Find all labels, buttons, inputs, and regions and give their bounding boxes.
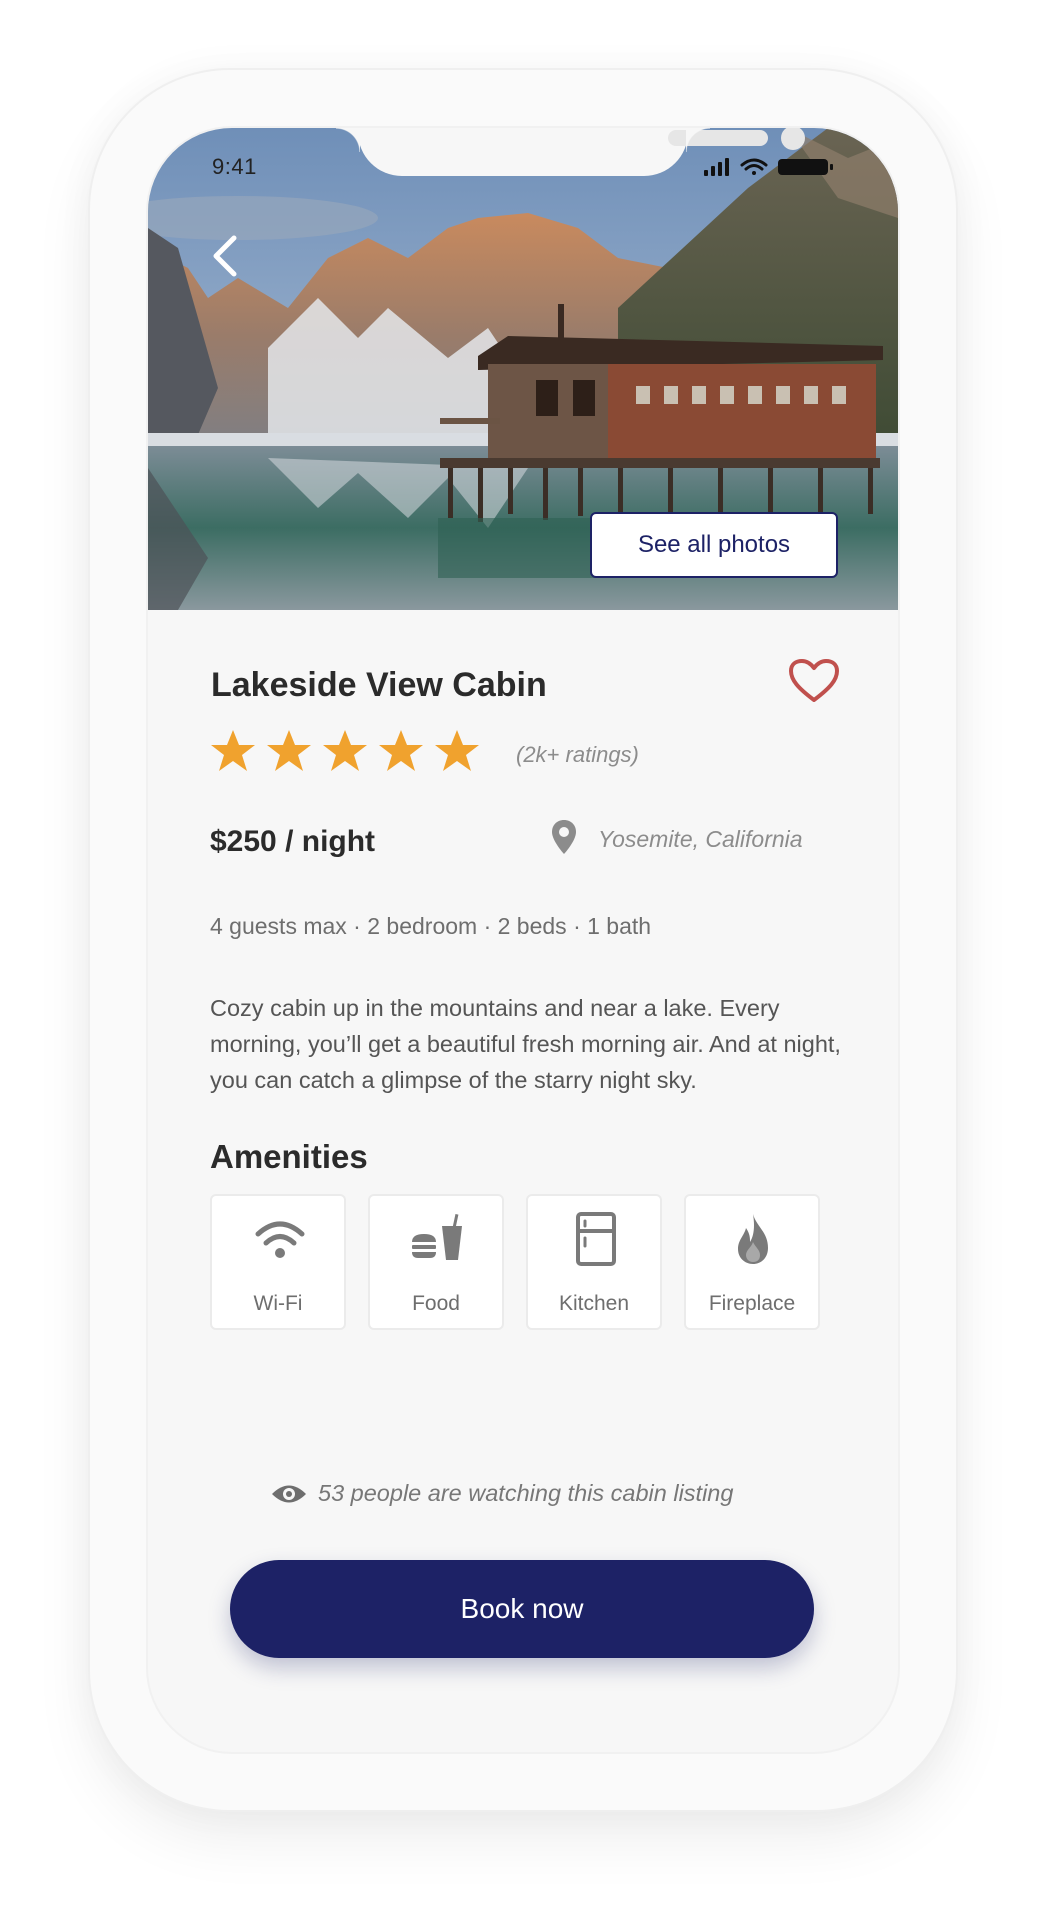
amenity-card-food[interactable]: Food <box>368 1194 504 1330</box>
see-all-photos-button[interactable]: See all photos <box>590 512 838 578</box>
watchers-info: 53 people are watching this cabin listin… <box>270 1480 733 1507</box>
star-icon <box>211 730 255 771</box>
back-chevron-icon[interactable] <box>202 228 246 284</box>
amenity-label: Fireplace <box>708 1292 796 1315</box>
price-per-night: $250 / night <box>210 825 376 858</box>
book-now-button[interactable]: Book now <box>230 1560 814 1658</box>
amenity-card-kitchen[interactable]: Kitchen <box>526 1194 662 1330</box>
status-icons <box>704 158 833 176</box>
battery-icon <box>778 159 833 175</box>
status-time: 9:41 <box>212 154 257 179</box>
amenity-label: Kitchen <box>558 1292 630 1315</box>
amenity-card-wifi[interactable]: Wi-Fi <box>210 1194 346 1330</box>
wifi-icon <box>255 1221 305 1258</box>
star-icon <box>267 730 311 771</box>
amenity-card-fireplace[interactable]: Fireplace <box>684 1194 820 1330</box>
phone-notch <box>358 128 805 176</box>
star-icon <box>379 730 423 771</box>
notch-corner-right <box>686 128 710 152</box>
listing-title: Lakeside View Cabin <box>211 666 547 704</box>
ratings-count: (2k+ ratings) <box>516 742 639 767</box>
hero-photo[interactable]: 9:41 See all photos <box>148 128 898 610</box>
location-pin-icon <box>552 820 576 854</box>
kitchen-icon <box>576 1212 616 1266</box>
watchers-text: 53 people are watching this cabin listin… <box>318 1480 734 1506</box>
fireplace-icon <box>738 1214 768 1264</box>
phone-screen: 9:41 See all photos Lakeside View Cabin … <box>148 128 898 1752</box>
speaker-grille <box>668 130 768 146</box>
location-text[interactable]: Yosemite, California <box>598 826 803 853</box>
wifi-status-icon <box>740 158 768 175</box>
food-icon <box>412 1213 462 1260</box>
star-icon <box>323 730 367 771</box>
notch-corner-left <box>336 128 360 152</box>
amenities-heading: Amenities <box>210 1138 368 1175</box>
amenity-label: Wi-Fi <box>253 1292 303 1315</box>
favorite-heart-icon[interactable] <box>788 658 840 704</box>
listing-details: 4 guests max · 2 bedroom · 2 beds · 1 ba… <box>210 913 652 939</box>
eye-icon <box>272 1485 306 1502</box>
star-icon <box>435 730 479 771</box>
listing-description: Cozy cabin up in the mountains and near … <box>210 995 841 1093</box>
rating-stars <box>210 728 480 774</box>
amenity-label: Food <box>412 1292 460 1315</box>
cellular-signal-icon <box>704 158 729 176</box>
